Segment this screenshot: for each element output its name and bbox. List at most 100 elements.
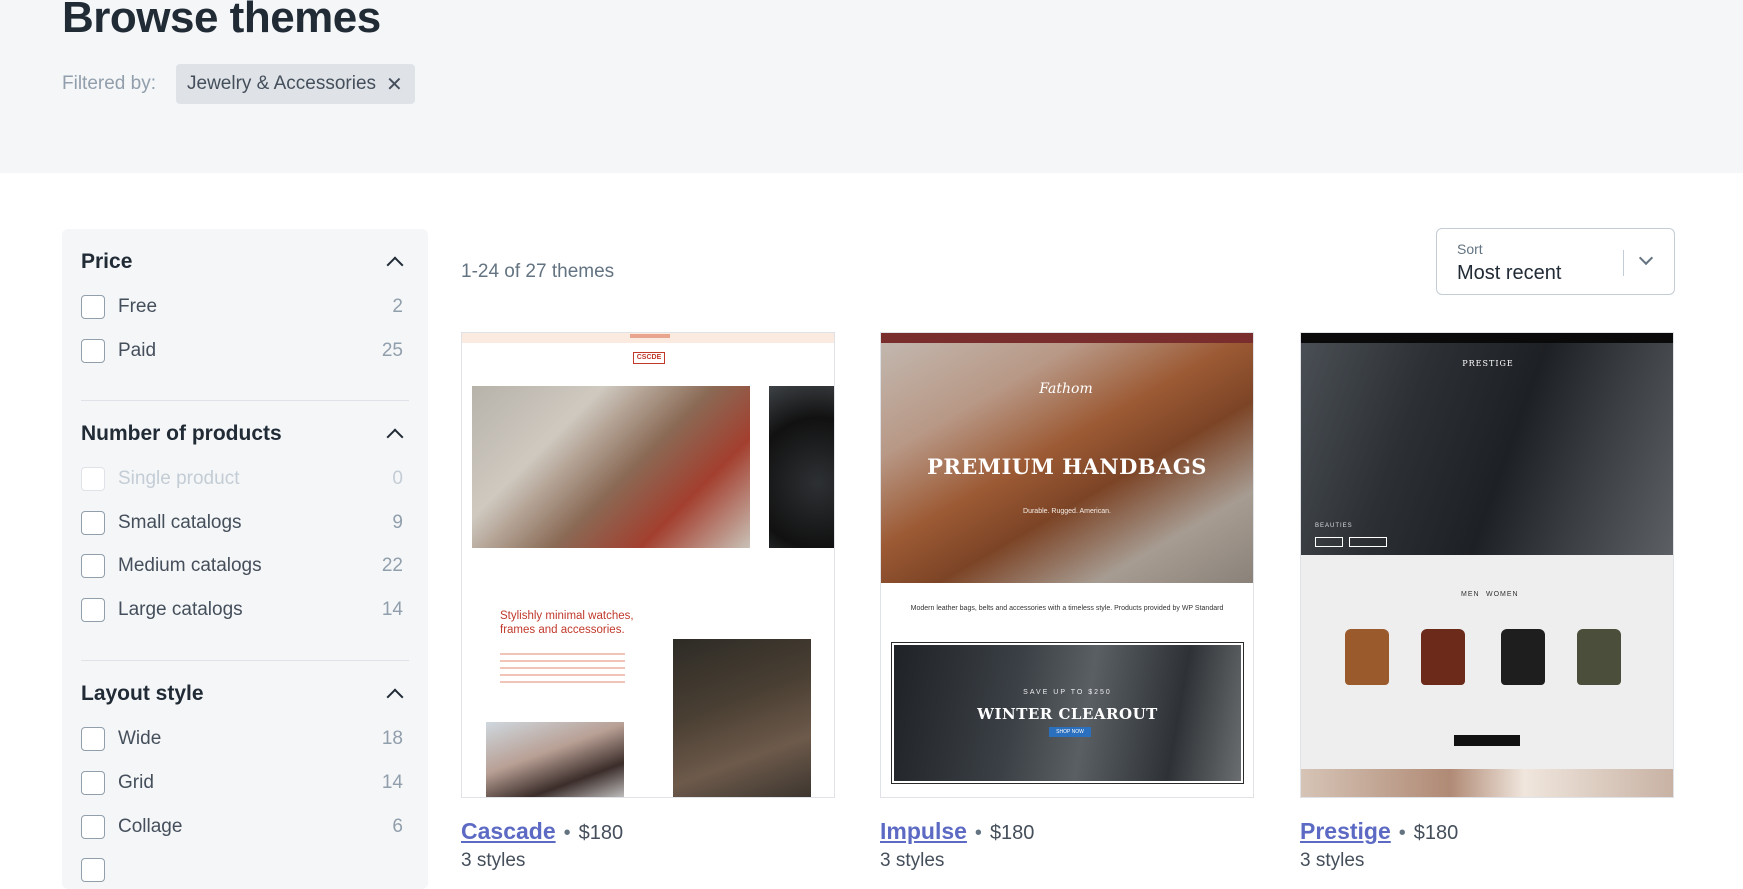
price-section-header[interactable]: Price	[81, 247, 409, 277]
checkbox[interactable]	[81, 727, 105, 751]
preview-banner-button: SHOP NOW	[1049, 727, 1091, 737]
checkbox	[81, 467, 105, 491]
filter-option-label: Medium catalogs	[118, 555, 262, 576]
preview-tab-women: WOMEN	[1486, 591, 1519, 598]
preview-tab-men: MEN	[1461, 591, 1480, 598]
preview-bottom-image	[1301, 769, 1673, 797]
number-of-products-title: Number of products	[81, 422, 282, 445]
preview-hero-image	[472, 386, 750, 548]
filter-option-count: 2	[392, 296, 403, 317]
filter-option-small-catalogs[interactable]: Small catalogs 9	[81, 508, 409, 538]
theme-price: $180	[578, 822, 624, 844]
filter-option-count: 14	[381, 772, 403, 793]
price-section-title: Price	[81, 250, 133, 273]
theme-styles-count: 3 styles	[1300, 850, 1365, 871]
preview-heading: Stylishly minimal watches, frames and ac…	[500, 610, 634, 636]
preview-watch-image	[769, 386, 834, 548]
filter-option-collage[interactable]: Collage 6	[81, 812, 409, 842]
theme-name-link[interactable]: Prestige	[1300, 818, 1391, 845]
theme-card-impulse: Fathom PREMIUM HANDBAGS Durable. Rugged.…	[880, 332, 1254, 871]
filter-option-medium-catalogs[interactable]: Medium catalogs 22	[81, 551, 409, 581]
filtered-by-label: Filtered by:	[62, 73, 156, 94]
sort-value: Most recent	[1457, 262, 1562, 284]
separator-dot: •	[1398, 822, 1406, 844]
preview-hero-image: Fathom PREMIUM HANDBAGS Durable. Rugged.…	[881, 343, 1253, 583]
preview-hero-image: PRESTIGE BEAUTIES	[1301, 343, 1673, 555]
sort-label: Sort	[1457, 241, 1483, 257]
filter-option-single-product: Single product 0	[81, 464, 409, 494]
checkbox[interactable]	[81, 815, 105, 839]
theme-styles-count: 3 styles	[461, 850, 526, 871]
checkbox[interactable]	[81, 771, 105, 795]
filter-option-count: 22	[381, 555, 403, 576]
chevron-up-icon[interactable]	[386, 428, 404, 446]
checkbox[interactable]	[81, 554, 105, 578]
filter-option-count: 0	[392, 468, 403, 489]
preview-hero-button	[1349, 537, 1387, 547]
theme-meta: Cascade • $180	[461, 818, 623, 845]
theme-preview-image[interactable]: PRESTIGE BEAUTIES MEN WOMEN	[1300, 332, 1674, 798]
preview-banner-title: WINTER CLEAROUT	[977, 705, 1158, 723]
filter-option-label: Free	[118, 296, 158, 317]
filter-option-label: Large catalogs	[118, 599, 243, 620]
filter-option-label: Small catalogs	[118, 512, 242, 533]
filter-option-wide[interactable]: Wide 18	[81, 724, 409, 754]
price-section: Price Free 2 Paid 25	[81, 247, 409, 363]
number-of-products-header[interactable]: Number of products	[81, 419, 409, 449]
preview-hero-button	[1315, 537, 1343, 547]
chevron-up-icon[interactable]	[386, 688, 404, 706]
preview-product-bag	[1501, 629, 1545, 685]
preview-portrait-image	[673, 639, 811, 797]
page-title: Browse themes	[62, 0, 381, 42]
filter-option-count: 25	[381, 340, 403, 361]
chevron-up-icon[interactable]	[386, 256, 404, 274]
preview-description: Modern leather bags, belts and accessori…	[910, 605, 1224, 612]
preview-promo-banner: SAVE UP TO $250 WINTER CLEAROUT SHOP NOW	[891, 642, 1244, 784]
active-filter-chip[interactable]: Jewelry & Accessories ✕	[176, 64, 415, 104]
theme-name-link[interactable]: Cascade	[461, 818, 556, 845]
theme-preview-image[interactable]: Fathom PREMIUM HANDBAGS Durable. Rugged.…	[880, 332, 1254, 798]
divider	[81, 660, 409, 661]
theme-card-prestige: PRESTIGE BEAUTIES MEN WOMEN Prestige • $…	[1300, 332, 1674, 871]
filter-option-label: Wide	[118, 728, 162, 749]
filter-option-free[interactable]: Free 2	[81, 292, 409, 322]
theme-name-link[interactable]: Impulse	[880, 818, 967, 845]
number-of-products-section: Number of products Single product 0 Smal…	[81, 419, 409, 622]
divider	[81, 400, 409, 401]
theme-preview-image[interactable]: CSCDE Stylishly minimal watches, frames …	[461, 332, 835, 798]
preview-logo: Fathom	[1039, 381, 1093, 397]
filter-option-paid[interactable]: Paid 25	[81, 336, 409, 366]
filter-option-label: Grid	[118, 772, 154, 793]
checkbox[interactable]	[81, 339, 105, 363]
checkbox[interactable]	[81, 598, 105, 622]
layout-style-section: Layout style Wide 18 Grid 14 Collage 6	[81, 679, 409, 882]
filter-option-grid[interactable]: Grid 14	[81, 768, 409, 798]
filter-option-large-catalogs[interactable]: Large catalogs 14	[81, 595, 409, 625]
active-filter-label: Jewelry & Accessories	[187, 73, 377, 94]
checkbox[interactable]	[81, 511, 105, 535]
layout-style-header[interactable]: Layout style	[81, 679, 409, 709]
preview-kicker: BEAUTIES	[1315, 523, 1353, 529]
filter-option-label: Collage	[118, 816, 183, 837]
layout-style-title: Layout style	[81, 682, 204, 705]
chevron-down-icon[interactable]	[1638, 250, 1654, 266]
theme-meta: Impulse • $180	[880, 818, 1034, 845]
filter-option-count: 9	[392, 512, 403, 533]
close-icon[interactable]: ✕	[386, 75, 403, 95]
sort-select[interactable]: Sort Most recent	[1436, 228, 1675, 295]
filter-option-label: Single product	[118, 468, 240, 489]
theme-price: $180	[989, 822, 1035, 844]
checkbox[interactable]	[81, 858, 105, 882]
preview-headline: PREMIUM HANDBAGS	[927, 454, 1207, 479]
separator-dot: •	[563, 822, 571, 844]
filter-option-count: 18	[381, 728, 403, 749]
filter-option-partial[interactable]	[81, 855, 409, 885]
preview-logo: PRESTIGE	[1462, 359, 1514, 368]
preview-product-bag	[1345, 629, 1389, 685]
preview-text-lines	[500, 653, 625, 683]
theme-styles-count: 3 styles	[880, 850, 945, 871]
divider	[1623, 250, 1624, 276]
page-header: Browse themes Filtered by: Jewelry & Acc…	[0, 0, 1743, 173]
checkbox[interactable]	[81, 295, 105, 319]
results-count: 1-24 of 27 themes	[461, 261, 615, 282]
